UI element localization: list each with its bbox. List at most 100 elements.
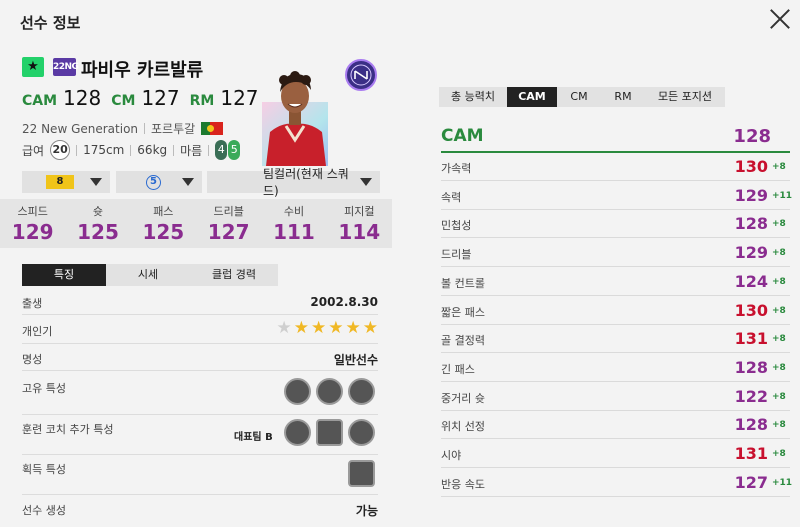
divider <box>22 370 378 371</box>
stat-label: 슛 <box>92 205 104 218</box>
stat-pace: 스피드 129 <box>0 199 65 248</box>
trait-playmaker-icon[interactable] <box>348 378 375 405</box>
attribute-name: 가속력 <box>441 162 472 175</box>
position-label: RM <box>189 93 215 109</box>
position-summary-label: CAM <box>441 126 484 146</box>
divider <box>22 314 378 315</box>
trait-speed-icon[interactable] <box>348 419 375 446</box>
attribute-bonus: +8 <box>772 362 786 373</box>
attribute-value: 122 <box>734 386 768 406</box>
chevron-down-icon <box>360 178 372 186</box>
tab-all-positions[interactable]: 모든 포지션 <box>645 87 725 107</box>
star-icon: ★ <box>345 318 361 338</box>
left-foot-badge: 4 <box>215 140 228 160</box>
divider <box>208 144 210 156</box>
attribute-name: 중거리 슛 <box>441 391 485 405</box>
tab-market-price[interactable]: 시세 <box>106 264 190 286</box>
tab-club-career[interactable]: 클럽 경력 <box>190 264 278 286</box>
attribute-row: 긴 패스 128 +8 <box>441 354 790 382</box>
adaptability-dropdown[interactable]: 5 <box>116 171 202 193</box>
season-badge: 22NG <box>53 58 79 76</box>
attribute-row: 위치 선정 128 +8 <box>441 411 790 440</box>
divider <box>76 144 78 156</box>
star-icon: ★ <box>328 318 344 338</box>
trait-finesse-shot-icon[interactable] <box>348 460 375 487</box>
star-icon: ★ <box>362 318 378 338</box>
trait-team-player-icon[interactable] <box>284 419 311 446</box>
attribute-bonus: +8 <box>772 219 786 230</box>
attribute-row: 속력 129 +11 <box>441 182 792 210</box>
main-stats: 스피드 129 슛 125 패스 125 드리블 127 수비 111 피지컬 … <box>0 199 392 248</box>
stat-dribbling: 드리블 127 <box>196 199 261 248</box>
skill-moves-label: 개인기 <box>22 325 53 338</box>
attribute-row: 반응 속도 127 +11 <box>441 469 793 497</box>
attribute-value: 128 <box>734 357 768 377</box>
stat-value: 125 <box>77 220 119 244</box>
divider <box>22 494 378 495</box>
reputation-row: 명성 일반선수 <box>22 351 378 367</box>
team-color-dropdown[interactable]: 팀컬러(현재 스쿼드) <box>207 167 380 198</box>
unique-traits-label: 고유 특성 <box>22 382 66 395</box>
attribute-row: 중거리 슛 122 +8 <box>441 383 790 411</box>
tab-cm[interactable]: CM <box>557 87 601 107</box>
player-generation-label: 선수 생성 <box>22 504 66 517</box>
attribute-value: 130 <box>734 300 768 320</box>
attribute-value: 129 <box>734 185 768 205</box>
star-icon: ★ <box>293 318 309 338</box>
position-value: 127 <box>141 86 180 110</box>
skill-moves-row: 개인기 ★ ★ ★ ★ ★ ★ <box>22 319 378 339</box>
player-generation-value: 가능 <box>355 504 378 518</box>
stat-label: 피지컬 <box>344 205 375 218</box>
coach-traits-label: 훈련 코치 추가 특성 <box>22 423 114 436</box>
stat-value: 129 <box>11 220 54 244</box>
stat-label: 스피드 <box>17 205 48 218</box>
enhance-level-dropdown[interactable]: 8 <box>22 171 110 193</box>
attribute-value: 128 <box>734 415 768 435</box>
stat-label: 드리블 <box>213 205 244 218</box>
position-summary-value: 128 <box>733 126 771 147</box>
attribute-value: 129 <box>734 243 768 263</box>
tab-rm[interactable]: RM <box>601 87 645 107</box>
stat-value: 127 <box>207 220 250 244</box>
attribute-name: 드리블 <box>441 248 472 262</box>
body-type: 마름 <box>180 143 203 158</box>
season-nation-line: 22 New Generation 포르투갈 <box>22 120 224 137</box>
attribute-bonus: +8 <box>772 420 786 431</box>
tab-traits[interactable]: 특징 <box>22 264 106 286</box>
attribute-bonus: +11 <box>772 477 793 488</box>
player-info-line: 급여 20 175cm 66kg 마름 4 5 <box>22 140 241 160</box>
tab-total-stats[interactable]: 총 능력치 <box>439 87 507 107</box>
height: 175cm <box>83 143 125 157</box>
stat-defending: 수비 111 <box>261 199 326 248</box>
unique-traits-row: 고유 특성 <box>22 378 378 414</box>
tab-cam[interactable]: CAM <box>507 87 557 107</box>
trait-shooting-icon[interactable] <box>316 419 343 446</box>
divider <box>173 144 175 156</box>
player-name: 파비우 카르발류 <box>81 60 204 81</box>
position-ratings: CAM 128 CM 127 RM 127 <box>22 86 263 110</box>
divider <box>144 123 146 134</box>
stat-value: 125 <box>142 220 185 244</box>
coach-traits-row: 훈련 코치 추가 특성 대표팀 B <box>22 419 378 455</box>
attribute-row: 시야 131 +8 <box>441 440 790 468</box>
stat-value: 114 <box>338 220 381 244</box>
position-label: CAM <box>22 93 58 109</box>
attribute-name: 짧은 패스 <box>441 305 485 319</box>
stat-value: 111 <box>273 220 315 244</box>
attribute-value: 128 <box>734 214 768 234</box>
chevron-down-icon <box>90 178 102 186</box>
info-tabs: 특징 시세 클럽 경력 <box>22 264 278 286</box>
star-icon: ★ <box>311 318 327 338</box>
attribute-row: 민첩성 128 +8 <box>441 210 790 239</box>
stat-label: 수비 <box>283 205 305 218</box>
trait-football-icon[interactable] <box>316 378 343 405</box>
salary-badge: 20 <box>50 140 71 160</box>
attribute-row: 가속력 130 +8 <box>441 153 790 181</box>
trait-trickster-icon[interactable] <box>284 378 311 405</box>
close-icon[interactable] <box>768 6 792 30</box>
salary-label: 급여 <box>22 143 45 158</box>
attribute-name: 위치 선정 <box>441 420 485 434</box>
birth-label: 출생 <box>22 297 43 310</box>
birth-value: 2002.8.30 <box>310 295 378 309</box>
star-icon: ★ <box>276 318 292 338</box>
